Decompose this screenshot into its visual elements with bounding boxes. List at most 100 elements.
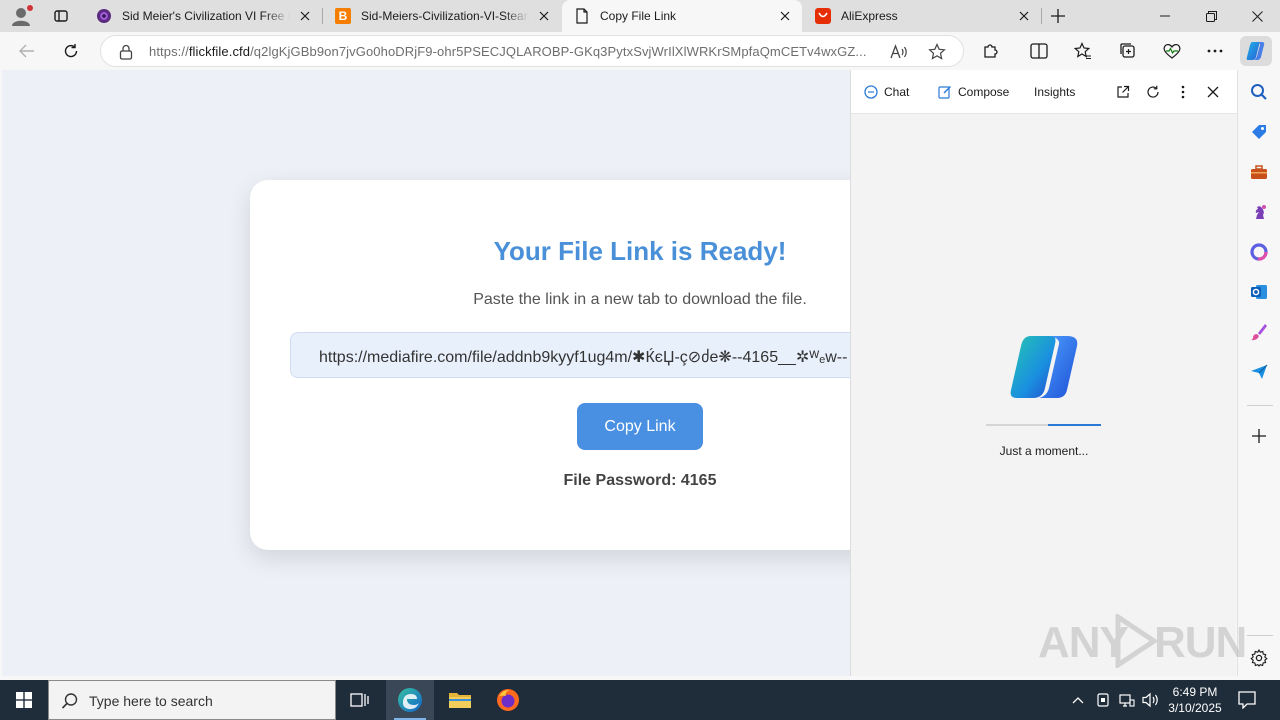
extensions-button[interactable] (976, 37, 1006, 65)
tab-compose[interactable]: Compose (937, 83, 1009, 101)
tab-insights-label: Insights (1034, 85, 1076, 99)
browser-essentials-button[interactable] (1157, 37, 1187, 65)
url-text[interactable]: https://flickfile.cfd/q2lgKjGBb9on7jvGo0… (149, 44, 877, 59)
sidebar-shopping-button[interactable] (1247, 120, 1271, 144)
address-bar[interactable]: https://flickfile.cfd/q2lgKjGBb9on7jvGo0… (100, 35, 964, 67)
url-path: /q2lgKjGBb9on7jvGo0hoDRjF9-ohr5PSECJQLAR… (250, 44, 867, 59)
outlook-icon (1251, 285, 1267, 299)
edge-sidebar (1237, 70, 1280, 676)
sidebar-search-button[interactable] (1247, 80, 1271, 104)
play-triangle-icon (1115, 614, 1158, 668)
notification-center-button[interactable] (1234, 688, 1260, 712)
tray-device-button[interactable] (1093, 690, 1113, 710)
sidebar-tools-button[interactable] (1247, 160, 1271, 184)
taskbar-search-box[interactable]: Type here to search (48, 680, 336, 720)
side-panel-refresh-button[interactable] (1143, 82, 1163, 102)
sidebar-games-button[interactable] (1247, 200, 1271, 224)
profile-avatar-icon (12, 5, 33, 26)
sidebar-outlook-button[interactable] (1247, 280, 1271, 304)
watermark-text-right: RUN (1154, 618, 1247, 667)
taskbar-file-explorer[interactable] (436, 680, 484, 720)
refresh-icon (64, 44, 78, 58)
task-view-button[interactable] (336, 680, 384, 720)
new-tab-button[interactable] (1044, 4, 1072, 28)
read-aloud-button[interactable] (887, 40, 911, 64)
tab-separator (1041, 8, 1042, 24)
tab-strip: Sid Meier's Civilization VI Free Do B Si… (0, 0, 1280, 32)
copy-link-button[interactable]: Copy Link (577, 403, 703, 450)
sidebar-designer-button[interactable] (1247, 320, 1271, 344)
copilot-side-panel: Chat Compose Insights Just a moment... (850, 70, 1237, 676)
tab-copy-file-link[interactable]: Copy File Link (562, 0, 802, 32)
restore-button[interactable] (1188, 0, 1234, 32)
profile-button[interactable] (8, 4, 36, 28)
restore-icon (1205, 10, 1217, 22)
anyrun-watermark: ANY RUN (1038, 612, 1247, 668)
notification-icon (1238, 691, 1256, 709)
close-tab-icon[interactable] (535, 7, 553, 25)
read-aloud-icon (890, 44, 907, 59)
back-button[interactable] (12, 37, 42, 65)
page-title: Your File Link is Ready! (493, 236, 787, 266)
taskbar-firefox[interactable] (484, 680, 532, 720)
refresh-icon (1147, 85, 1159, 98)
close-tab-icon[interactable] (776, 7, 794, 25)
sidebar-separator (1247, 405, 1273, 406)
tab-insights[interactable]: Insights (1034, 83, 1075, 101)
taskbar-edge[interactable] (386, 680, 434, 720)
split-screen-button[interactable] (1024, 37, 1054, 65)
start-button[interactable] (0, 680, 48, 720)
url-host: flickfile.cfd (188, 44, 251, 59)
file-link-card: Your File Link is Ready! Paste the link … (250, 180, 850, 550)
sidebar-microsoft365-button[interactable] (1247, 240, 1271, 264)
side-panel-more-button[interactable] (1173, 82, 1193, 102)
tab-civilization-download[interactable]: Sid Meier's Civilization VI Free Do (84, 0, 322, 32)
open-in-new-tab-button[interactable] (1113, 82, 1133, 102)
tray-network-button[interactable] (1117, 690, 1137, 710)
close-window-button[interactable] (1234, 0, 1280, 32)
file-link-field[interactable]: https://mediafire.com/file/addnb9kyyf1ug… (290, 332, 850, 378)
tab-chat-label: Chat (884, 85, 910, 99)
shopping-tag-icon (1252, 125, 1266, 139)
tab-chat[interactable]: Chat (863, 83, 909, 101)
page-subtitle: Paste the link in a new tab to download … (473, 291, 807, 308)
plus-icon (1252, 429, 1266, 443)
close-icon (1251, 10, 1263, 22)
side-panel-header: Chat Compose Insights (851, 70, 1237, 114)
device-icon (1097, 693, 1109, 707)
gear-icon (1250, 649, 1268, 667)
compose-icon (937, 84, 953, 100)
sidebar-settings-button[interactable] (1247, 646, 1271, 670)
tab-blogger-steam[interactable]: B Sid-Meiers-Civilization-VI-Steam (323, 0, 561, 32)
tray-volume-button[interactable] (1141, 690, 1161, 710)
sidebar-add-button[interactable] (1247, 424, 1271, 448)
close-tab-icon[interactable] (296, 7, 314, 25)
taskbar-search-placeholder: Type here to search (89, 693, 213, 709)
close-tab-icon[interactable] (1015, 7, 1033, 25)
add-favorite-button[interactable] (925, 40, 949, 64)
minimize-button[interactable] (1142, 0, 1188, 32)
windows-logo-icon (16, 692, 32, 708)
file-link-text[interactable]: https://mediafire.com/file/addnb9kyyf1ug… (319, 347, 847, 367)
tab-actions-button[interactable] (48, 4, 74, 28)
side-panel-close-button[interactable] (1203, 82, 1223, 102)
loading-text: Just a moment... (999, 444, 1089, 458)
blogger-letter: B (338, 9, 348, 23)
clock-date: 3/10/2025 (1168, 701, 1222, 715)
collections-icon (1120, 43, 1135, 58)
show-hidden-icons-button[interactable] (1068, 690, 1088, 710)
refresh-button[interactable] (56, 37, 86, 65)
settings-and-more-button[interactable] (1200, 37, 1230, 65)
minimize-icon (1160, 15, 1170, 17)
lock-icon[interactable] (119, 44, 135, 60)
sidebar-drop-button[interactable] (1247, 360, 1271, 384)
taskbar-clock[interactable]: 6:49 PM 3/10/2025 (1166, 684, 1224, 716)
volume-icon (1142, 692, 1158, 708)
copilot-button[interactable] (1240, 36, 1272, 66)
tab-aliexpress[interactable]: AliExpress (803, 0, 1041, 32)
copilot-logo-icon (1010, 336, 1078, 398)
sidebar-separator (1247, 635, 1273, 636)
favorites-button[interactable] (1068, 37, 1098, 65)
url-scheme: https:// (149, 44, 189, 59)
collections-button[interactable] (1113, 37, 1143, 65)
